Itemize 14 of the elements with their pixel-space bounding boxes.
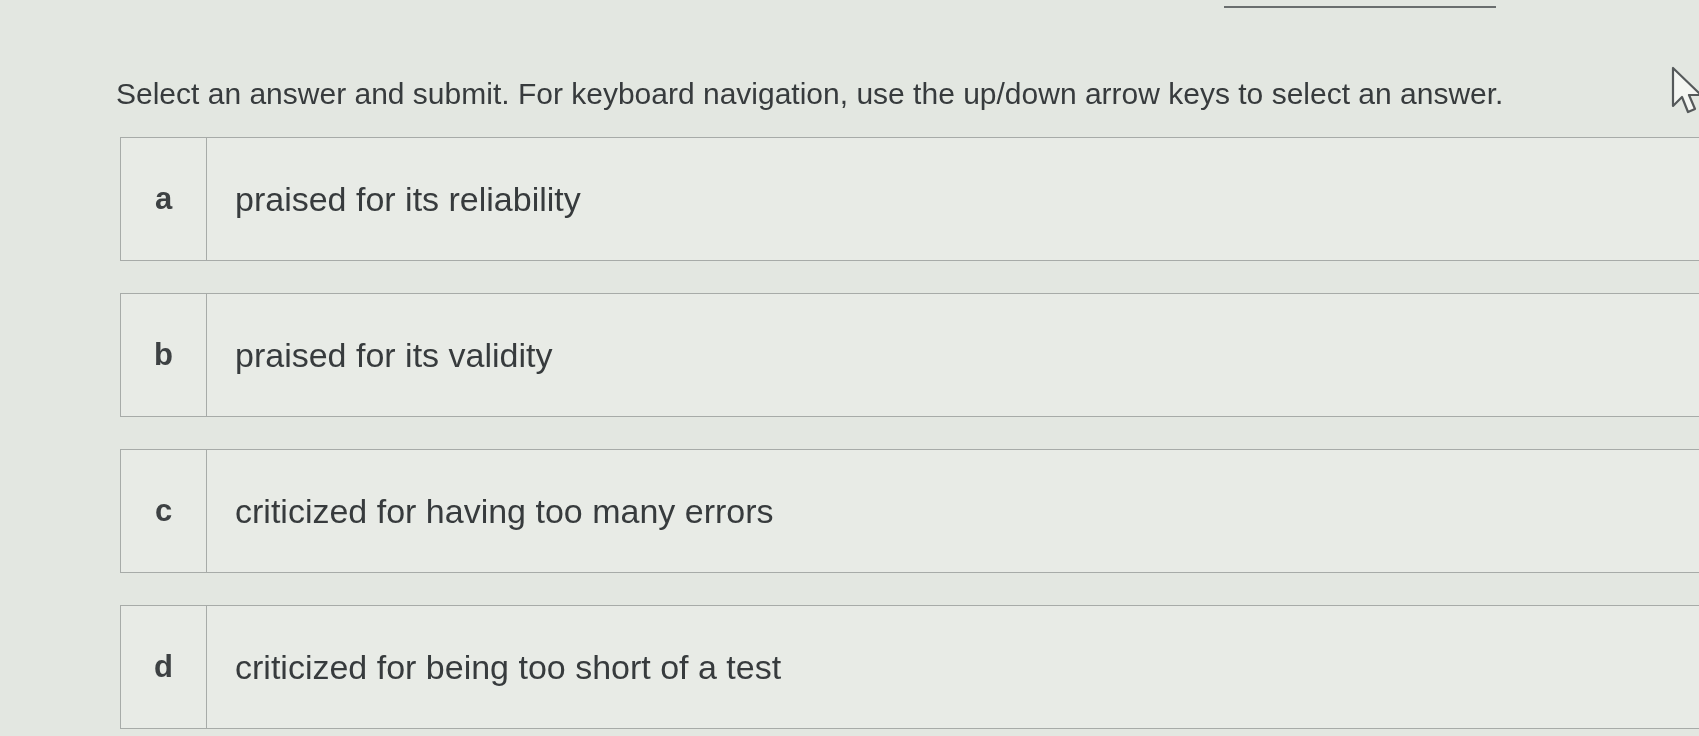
instructions-text: Select an answer and submit. For keyboard navigation, use the up/down arrow keys to select an answer. — [116, 77, 1504, 111]
answer-option[interactable]: b praised for its validity — [120, 293, 1699, 417]
option-letter: a — [121, 138, 207, 260]
option-letter: b — [121, 294, 207, 416]
answer-option[interactable]: c criticized for having too many errors — [120, 449, 1699, 573]
option-text: praised for its reliability — [234, 178, 581, 220]
answer-option[interactable]: a praised for its reliability — [120, 137, 1699, 261]
option-text: criticized for having too many errors — [234, 490, 774, 532]
answer-option[interactable]: d criticized for being too short of a test — [120, 605, 1699, 729]
option-letter: d — [121, 606, 207, 728]
mouse-pointer-icon — [1671, 66, 1699, 116]
option-text: praised for its validity — [234, 334, 553, 376]
option-text: criticized for being too short of a test — [234, 646, 782, 688]
option-letter: c — [121, 450, 207, 572]
